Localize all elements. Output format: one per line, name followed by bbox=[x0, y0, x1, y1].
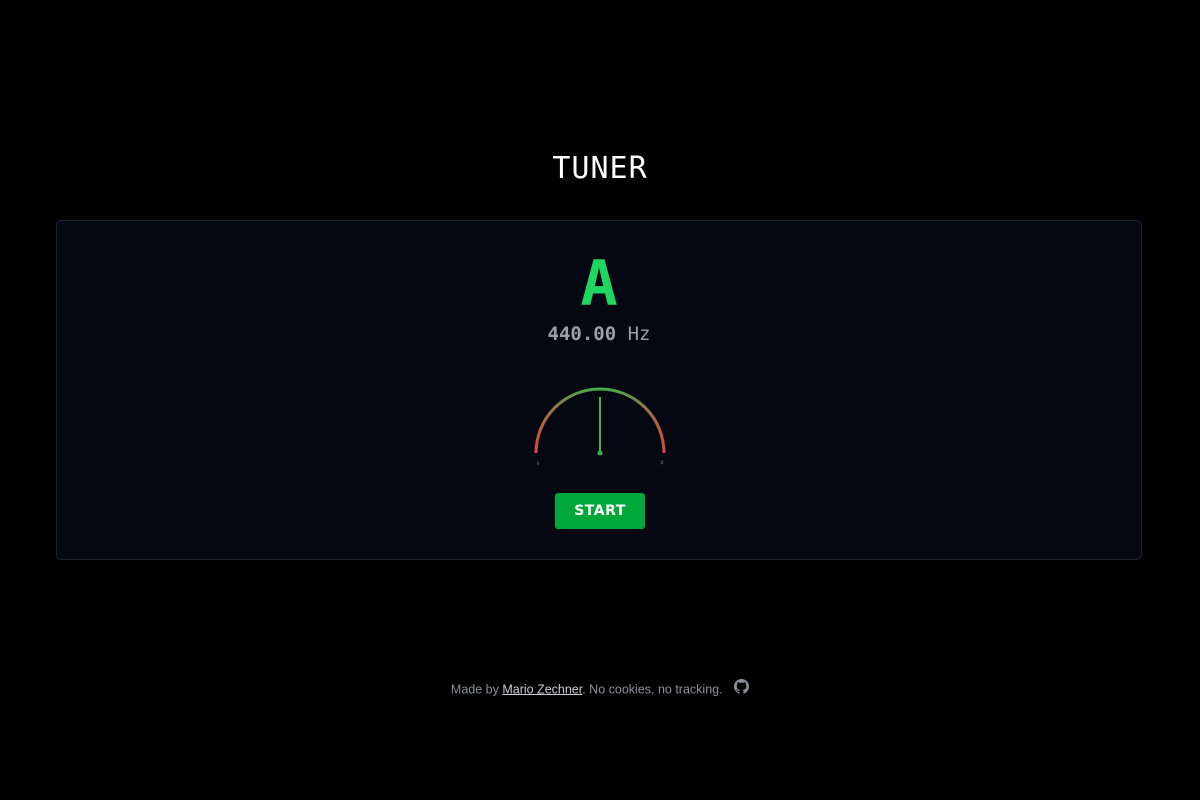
frequency-unit: Hz bbox=[627, 323, 651, 345]
gauge-arc-sharp bbox=[599, 387, 666, 454]
footer-prefix: Made by bbox=[450, 682, 503, 697]
sharp-symbol: ♯ bbox=[660, 459, 663, 467]
github-link[interactable] bbox=[734, 679, 750, 699]
author-link[interactable]: Mario Zechner bbox=[502, 682, 582, 696]
flat-symbol: ♭ bbox=[536, 459, 539, 467]
gauge-pivot bbox=[597, 450, 603, 456]
footer: Made by Mario Zechner. No cookies, no tr… bbox=[0, 679, 1200, 700]
tuning-gauge: ♭ ♯ bbox=[534, 387, 666, 467]
frequency-readout: 440.00 Hz bbox=[57, 321, 1141, 347]
github-icon bbox=[734, 679, 750, 694]
detected-note: A bbox=[580, 247, 618, 320]
page-title: TUNER bbox=[552, 151, 648, 186]
frequency-value: 440.00 bbox=[547, 323, 617, 345]
gauge-arc-flat bbox=[534, 387, 601, 454]
start-button[interactable]: START bbox=[555, 493, 645, 529]
footer-suffix: . No cookies, no tracking. bbox=[582, 682, 723, 697]
tuner-card: A 440.00 Hz ♭ ♯ START bbox=[56, 220, 1142, 560]
